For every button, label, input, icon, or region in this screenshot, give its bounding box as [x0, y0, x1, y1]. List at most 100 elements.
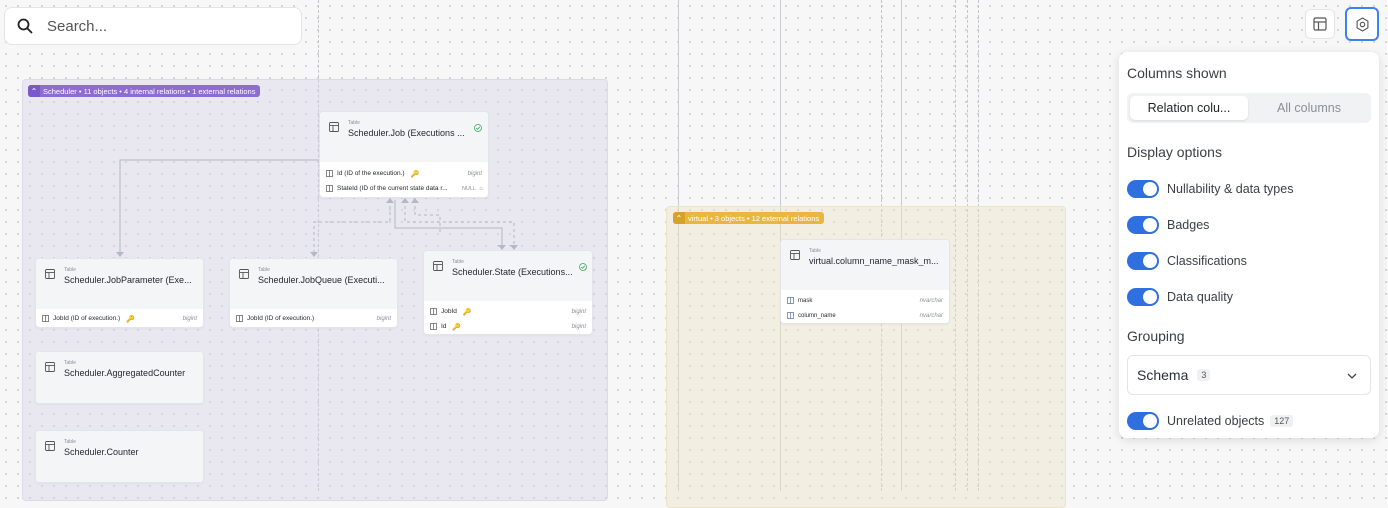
table-kind: Table [452, 259, 464, 265]
chevron-down-icon [1347, 373, 1357, 379]
relation-line [119, 159, 318, 255]
column-icon [430, 323, 437, 330]
column-row[interactable]: Id 🔑 bigint [424, 319, 592, 334]
table-icon [45, 362, 55, 372]
column-type: bigint [571, 323, 586, 330]
toggle-label: Badges [1167, 218, 1210, 232]
grouping-value: Schema [1137, 367, 1189, 383]
column-row[interactable]: StateId (ID of the current state data r.… [320, 181, 488, 196]
toggle-label: Nullability & data types [1167, 182, 1294, 196]
column-icon [787, 312, 794, 319]
column-name: mask [798, 297, 813, 304]
table-kind: Table [258, 267, 270, 273]
key-icon: 🔑 [452, 323, 462, 331]
segment-all-columns[interactable]: All columns [1250, 96, 1368, 120]
relation-line [394, 200, 503, 248]
table-title: Scheduler.State (Executions... [452, 267, 573, 277]
display-options-title: Display options [1127, 144, 1222, 160]
table-card-counter[interactable]: Table Scheduler.Counter [35, 430, 204, 483]
column-icon [787, 297, 794, 304]
column-name: column_name [798, 312, 836, 319]
table-icon [790, 250, 800, 260]
grouping-title: Grouping [1127, 328, 1185, 344]
check-icon [579, 263, 587, 271]
classifications-toggle[interactable] [1127, 252, 1159, 270]
columns-shown-segmented-control: Relation colu... All columns [1127, 93, 1371, 123]
column-row[interactable]: Id (ID of the execution.) 🔑 bigint [320, 166, 488, 181]
badges-toggle[interactable] [1127, 216, 1159, 234]
toggle-row-unrelated[interactable]: Unrelated objects 127 [1127, 411, 1294, 431]
key-icon: 🔑 [462, 308, 472, 316]
column-icon [236, 315, 243, 322]
table-card-virtual-mask[interactable]: Table virtual.column_name_mask_m... mask… [780, 239, 950, 324]
toggle-row-classifications[interactable]: Classifications [1127, 251, 1247, 271]
column-row[interactable]: JobId (ID of execution.) 🔑 bigint [36, 311, 203, 326]
toggle-label: Classifications [1167, 254, 1247, 268]
column-row[interactable]: mask nvarchar [781, 293, 949, 308]
column-row[interactable]: JobId 🔑 bigint [424, 304, 592, 319]
column-type: bigint [182, 315, 197, 322]
arrow-head [411, 198, 419, 203]
table-layout-icon [1313, 17, 1327, 31]
column-row[interactable]: JobId (ID of execution.) bigint [230, 311, 397, 326]
column-name: StateId (ID of the current state data r.… [337, 185, 448, 192]
table-card-job[interactable]: Table Scheduler.Job (Executions ... Id (… [319, 111, 489, 198]
table-kind: Table [64, 267, 76, 273]
grouping-select[interactable]: Schema 3 [1127, 355, 1371, 395]
relation-line [404, 200, 515, 248]
grouping-count: 3 [1197, 369, 1211, 381]
toggle-label: Data quality [1167, 290, 1234, 304]
table-icon [239, 269, 249, 279]
null-badge: NULL [461, 185, 476, 192]
table-title: Scheduler.AggregatedCounter [64, 368, 186, 378]
table-icon [45, 441, 55, 451]
settings-button[interactable] [1345, 7, 1379, 41]
toggle-row-data-quality[interactable]: Data quality [1127, 287, 1233, 307]
segment-relation-columns[interactable]: Relation colu... [1130, 96, 1248, 120]
column-type: bigint [376, 315, 391, 322]
table-kind: Table [348, 120, 360, 126]
unrelated-objects-toggle[interactable] [1127, 412, 1159, 430]
arrow-head [401, 198, 409, 203]
toggle-row-badges[interactable]: Badges [1127, 215, 1209, 235]
column-name: Id (ID of the execution.) [337, 170, 405, 177]
layout-button[interactable] [1305, 9, 1335, 39]
check-icon [474, 124, 482, 132]
column-type: bigint [467, 170, 482, 177]
column-icon [430, 308, 437, 315]
arrow-head [310, 252, 318, 257]
table-card-jobqueue[interactable]: Table Scheduler.JobQueue (Executi... Job… [229, 258, 398, 328]
table-card-state[interactable]: Table Scheduler.State (Executions... Job… [423, 250, 593, 335]
column-type: nvarchar [919, 312, 943, 319]
table-kind: Table [809, 248, 821, 254]
relation-line [414, 200, 441, 232]
lock-icon: ⌂ [479, 185, 483, 192]
table-title: Scheduler.Job (Executions ... [348, 128, 465, 138]
column-type: nvarchar [919, 297, 943, 304]
table-card-aggregatedcounter[interactable]: Table Scheduler.AggregatedCounter [35, 351, 204, 404]
unrelated-count: 127 [1270, 415, 1294, 427]
columns-shown-title: Columns shown [1127, 65, 1227, 81]
toggle-row-nullability[interactable]: Nullability & data types [1127, 179, 1293, 199]
column-name: JobId (ID of execution.) [247, 315, 315, 322]
gear-icon [1356, 16, 1368, 32]
column-row[interactable]: column_name nvarchar [781, 308, 949, 323]
column-name: Id [441, 323, 447, 330]
table-icon [329, 122, 339, 132]
table-title: virtual.column_name_mask_m... [809, 256, 939, 266]
table-icon [433, 261, 443, 271]
table-kind: Table [64, 439, 76, 445]
column-icon [326, 185, 333, 192]
table-icon [45, 269, 55, 279]
column-icon [42, 315, 49, 322]
table-card-jobparameter[interactable]: Table Scheduler.JobParameter (Exe... Job… [35, 258, 204, 328]
key-icon: 🔑 [126, 315, 135, 323]
column-name: JobId (ID of execution.) [53, 315, 121, 322]
nullability-toggle[interactable] [1127, 180, 1159, 198]
data-quality-toggle[interactable] [1127, 288, 1159, 306]
table-title: Scheduler.JobParameter (Exe... [64, 275, 192, 285]
table-kind: Table [64, 360, 76, 366]
key-icon: 🔑 [410, 170, 420, 178]
column-type: bigint [571, 308, 586, 315]
arrow-head [116, 252, 124, 257]
